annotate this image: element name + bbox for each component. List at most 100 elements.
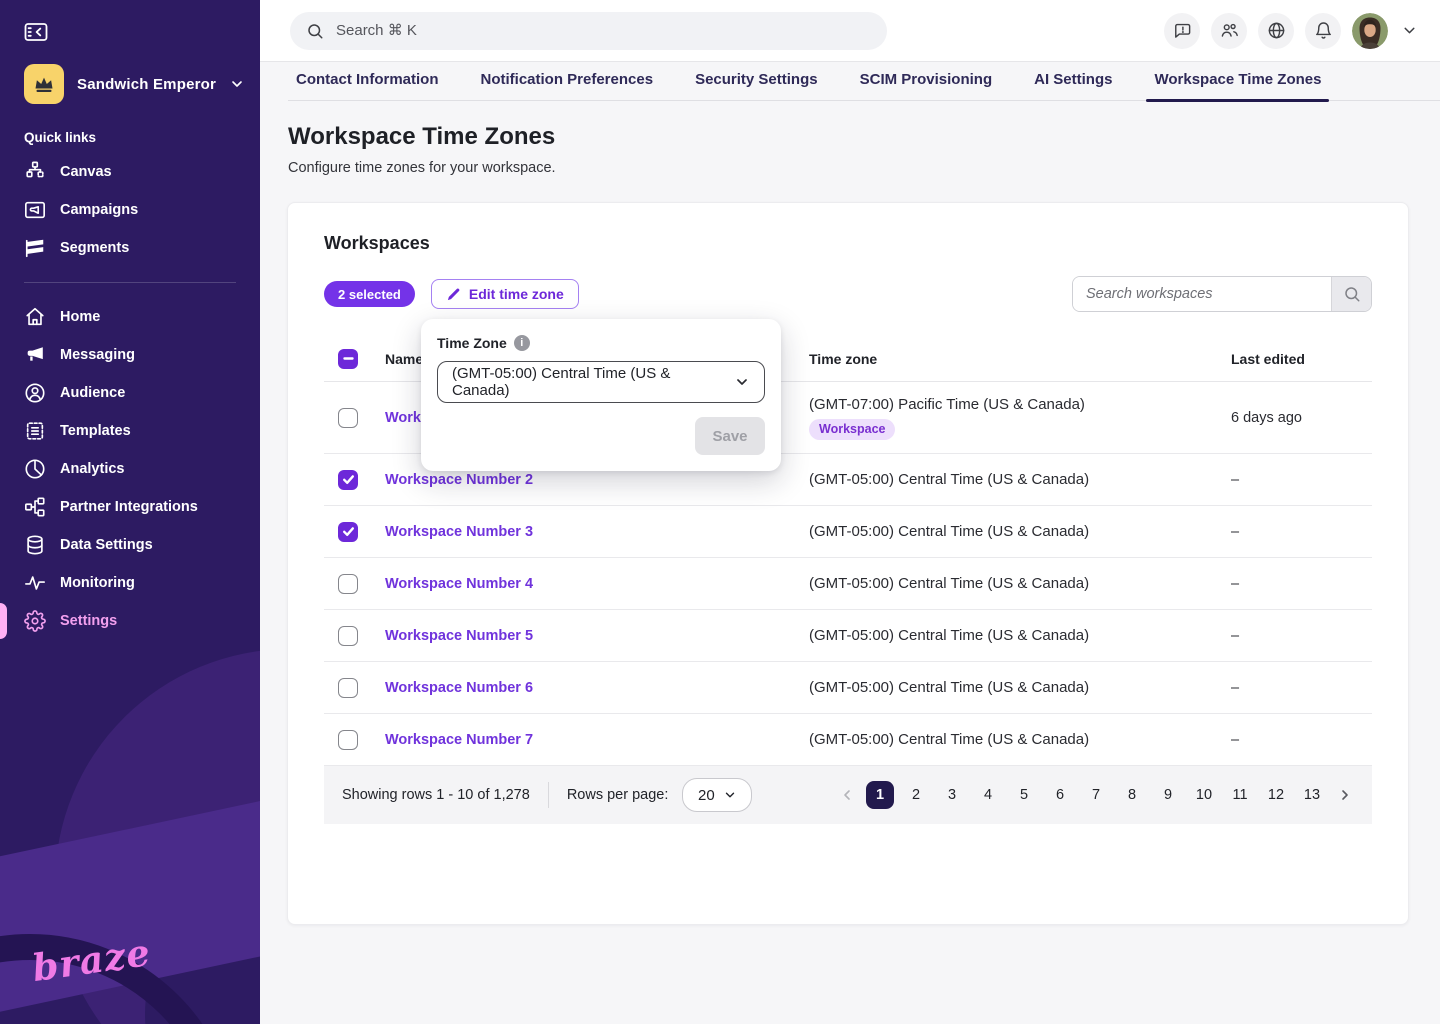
workspace-link[interactable]: Workspace Number 3: [385, 524, 809, 540]
sidebar-item-home[interactable]: Home: [0, 298, 260, 336]
page-9[interactable]: 9: [1154, 781, 1182, 809]
segments-icon: [24, 237, 46, 259]
tab-notification-preferences[interactable]: Notification Preferences: [473, 71, 662, 100]
audience-icon: [24, 382, 46, 404]
time-zone-select[interactable]: (GMT-05:00) Central Time (US & Canada): [437, 361, 765, 403]
info-icon[interactable]: i: [514, 335, 530, 351]
workspace-link[interactable]: Workspace Number 2: [385, 472, 809, 488]
tab-workspace-time-zones[interactable]: Workspace Time Zones: [1146, 71, 1329, 100]
globe-icon[interactable]: [1258, 13, 1294, 49]
global-search[interactable]: [290, 12, 887, 50]
database-icon: [24, 534, 46, 556]
sidebar-item-audience[interactable]: Audience: [0, 374, 260, 412]
announcement-icon[interactable]: [1164, 13, 1200, 49]
sidebar-item-analytics[interactable]: Analytics: [0, 450, 260, 488]
workspace-link[interactable]: Workspace Number 5: [385, 628, 809, 644]
save-button[interactable]: Save: [695, 417, 765, 455]
showing-rows-text: Showing rows 1 - 10 of 1,278: [342, 787, 530, 803]
workspace-link[interactable]: Workspace Number 7: [385, 732, 809, 748]
page-5[interactable]: 5: [1010, 781, 1038, 809]
row-checkbox[interactable]: [338, 626, 358, 646]
next-page-chevron-icon[interactable]: [1334, 781, 1356, 809]
community-icon[interactable]: [1211, 13, 1247, 49]
quick-link-canvas[interactable]: Canvas: [0, 153, 260, 191]
account-menu-chevron-icon[interactable]: [1401, 22, 1418, 39]
page-8[interactable]: 8: [1118, 781, 1146, 809]
active-nav-indicator: [0, 603, 7, 639]
sidebar-item-label: Data Settings: [60, 537, 153, 553]
page-list: 12345678910111213: [866, 781, 1326, 809]
collapse-sidebar-icon[interactable]: [22, 20, 50, 44]
analytics-icon: [24, 458, 46, 480]
page-13[interactable]: 13: [1298, 781, 1326, 809]
chevron-down-icon: [229, 76, 245, 92]
page-7[interactable]: 7: [1082, 781, 1110, 809]
workspace-link[interactable]: Workspace Number 6: [385, 680, 809, 696]
quick-link-campaigns[interactable]: Campaigns: [0, 191, 260, 229]
quick-link-segments[interactable]: Segments: [0, 229, 260, 267]
previous-page-chevron-icon[interactable]: [836, 781, 858, 809]
global-search-input[interactable]: [334, 21, 871, 40]
edit-time-zone-label: Edit time zone: [469, 286, 564, 302]
time-zone-cell: (GMT-05:00) Central Time (US & Canada): [809, 575, 1231, 592]
page-10[interactable]: 10: [1190, 781, 1218, 809]
pencil-icon: [446, 287, 461, 302]
sidebar-item-settings[interactable]: Settings: [0, 602, 260, 640]
page-11[interactable]: 11: [1226, 781, 1254, 809]
sidebar-item-monitoring[interactable]: Monitoring: [0, 564, 260, 602]
bell-icon[interactable]: [1305, 13, 1341, 49]
time-zone-value: (GMT-05:00) Central Time (US & Canada): [809, 471, 1089, 488]
page-3[interactable]: 3: [938, 781, 966, 809]
time-zone-label-row: Time Zone i: [437, 335, 765, 351]
time-zone-value: (GMT-05:00) Central Time (US & Canada): [809, 627, 1089, 644]
row-checkbox[interactable]: [338, 730, 358, 750]
tab-contact-information[interactable]: Contact Information: [288, 71, 447, 100]
quick-links-nav: CanvasCampaignsSegments: [0, 153, 260, 267]
sidebar-item-label: Monitoring: [60, 575, 135, 591]
page-4[interactable]: 4: [974, 781, 1002, 809]
sidebar-divider: [24, 282, 236, 283]
page-6[interactable]: 6: [1046, 781, 1074, 809]
search-icon: [306, 22, 324, 40]
quick-links-label: Quick links: [24, 130, 260, 145]
row-checkbox[interactable]: [338, 470, 358, 490]
selected-count-badge: 2 selected: [324, 281, 415, 307]
last-edited-value: –: [1231, 472, 1372, 488]
workspaces-heading: Workspaces: [324, 233, 1372, 254]
workspace-search-button[interactable]: [1331, 277, 1371, 311]
tab-scim-provisioning[interactable]: SCIM Provisioning: [852, 71, 1001, 100]
page-1[interactable]: 1: [866, 781, 894, 809]
sidebar-item-partner-integrations[interactable]: Partner Integrations: [0, 488, 260, 526]
column-header-last-edited: Last edited: [1231, 351, 1372, 367]
row-checkbox[interactable]: [338, 678, 358, 698]
workspace-selector[interactable]: Sandwich Emperor: [24, 64, 260, 104]
workspace-name: Sandwich Emperor: [77, 76, 216, 93]
edit-time-zone-button[interactable]: Edit time zone: [431, 279, 579, 309]
workspace-search-input[interactable]: [1073, 277, 1331, 311]
time-zone-cell: (GMT-05:00) Central Time (US & Canada): [809, 523, 1231, 540]
row-checkbox[interactable]: [338, 408, 358, 428]
last-edited-value: –: [1231, 680, 1372, 696]
time-zone-value: (GMT-07:00) Pacific Time (US & Canada): [809, 396, 1085, 413]
workspace-link[interactable]: Workspace Number 4: [385, 576, 809, 592]
workspaces-card: Workspaces 2 selected Edit time zone: [287, 202, 1409, 925]
last-edited-value: –: [1231, 524, 1372, 540]
sidebar-item-templates[interactable]: Templates: [0, 412, 260, 450]
select-all-checkbox[interactable]: [338, 349, 358, 369]
content-area: Contact Information Notification Preferen…: [260, 62, 1440, 1024]
page-12[interactable]: 12: [1262, 781, 1290, 809]
megaphone-icon: [24, 344, 46, 366]
tab-ai-settings[interactable]: AI Settings: [1026, 71, 1120, 100]
avatar[interactable]: [1352, 13, 1388, 49]
sidebar-item-data-settings[interactable]: Data Settings: [0, 526, 260, 564]
page-2[interactable]: 2: [902, 781, 930, 809]
tab-security-settings[interactable]: Security Settings: [687, 71, 826, 100]
rows-per-page-label: Rows per page:: [567, 787, 669, 803]
sidebar-item-messaging[interactable]: Messaging: [0, 336, 260, 374]
main-area: Contact Information Notification Preferen…: [260, 0, 1440, 1024]
row-checkbox[interactable]: [338, 522, 358, 542]
time-zone-cell: (GMT-05:00) Central Time (US & Canada): [809, 627, 1231, 644]
rows-per-page-select[interactable]: 20: [682, 778, 752, 812]
row-checkbox[interactable]: [338, 574, 358, 594]
workspace-logo-crown-icon: [24, 64, 64, 104]
